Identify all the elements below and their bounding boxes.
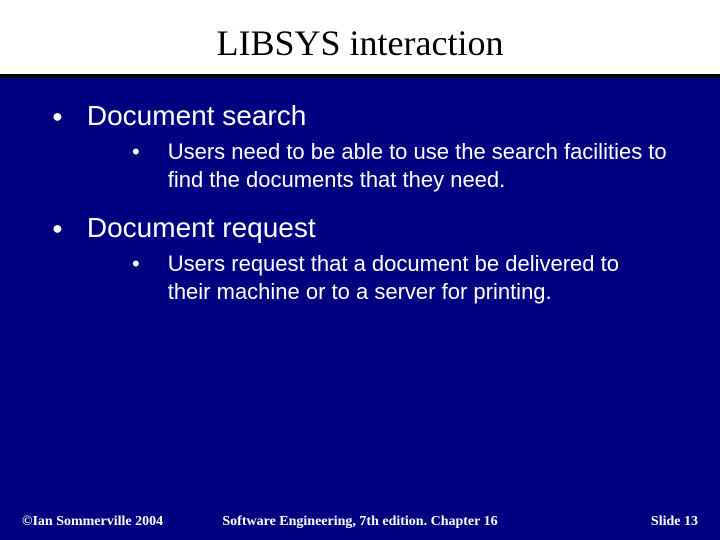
sub-list-item: • Users need to be able to use the searc… (132, 138, 680, 194)
sub-bullet-icon: • (132, 250, 140, 278)
bullet-icon: ● (52, 212, 63, 244)
list-item: ● Document search (40, 100, 680, 132)
slide-title: LIBSYS interaction (0, 0, 720, 74)
sub-item-text: Users request that a document be deliver… (168, 250, 668, 306)
footer-left: ©Ian Sommerville 2004 (22, 514, 163, 530)
footer-center: Software Engineering, 7th edition. Chapt… (222, 514, 497, 530)
slide-content: ● Document search • Users need to be abl… (0, 78, 720, 306)
item-label: Document search (87, 100, 306, 132)
sub-bullet-icon: • (132, 138, 140, 166)
slide-footer: ©Ian Sommerville 2004 Software Engineeri… (0, 514, 720, 530)
sub-item-text: Users need to be able to use the search … (168, 138, 668, 194)
item-label: Document request (87, 212, 316, 244)
list-item: ● Document request (40, 212, 680, 244)
footer-right: Slide 13 (651, 514, 698, 530)
sub-list-item: • Users request that a document be deliv… (132, 250, 680, 306)
bullet-icon: ● (52, 100, 63, 132)
